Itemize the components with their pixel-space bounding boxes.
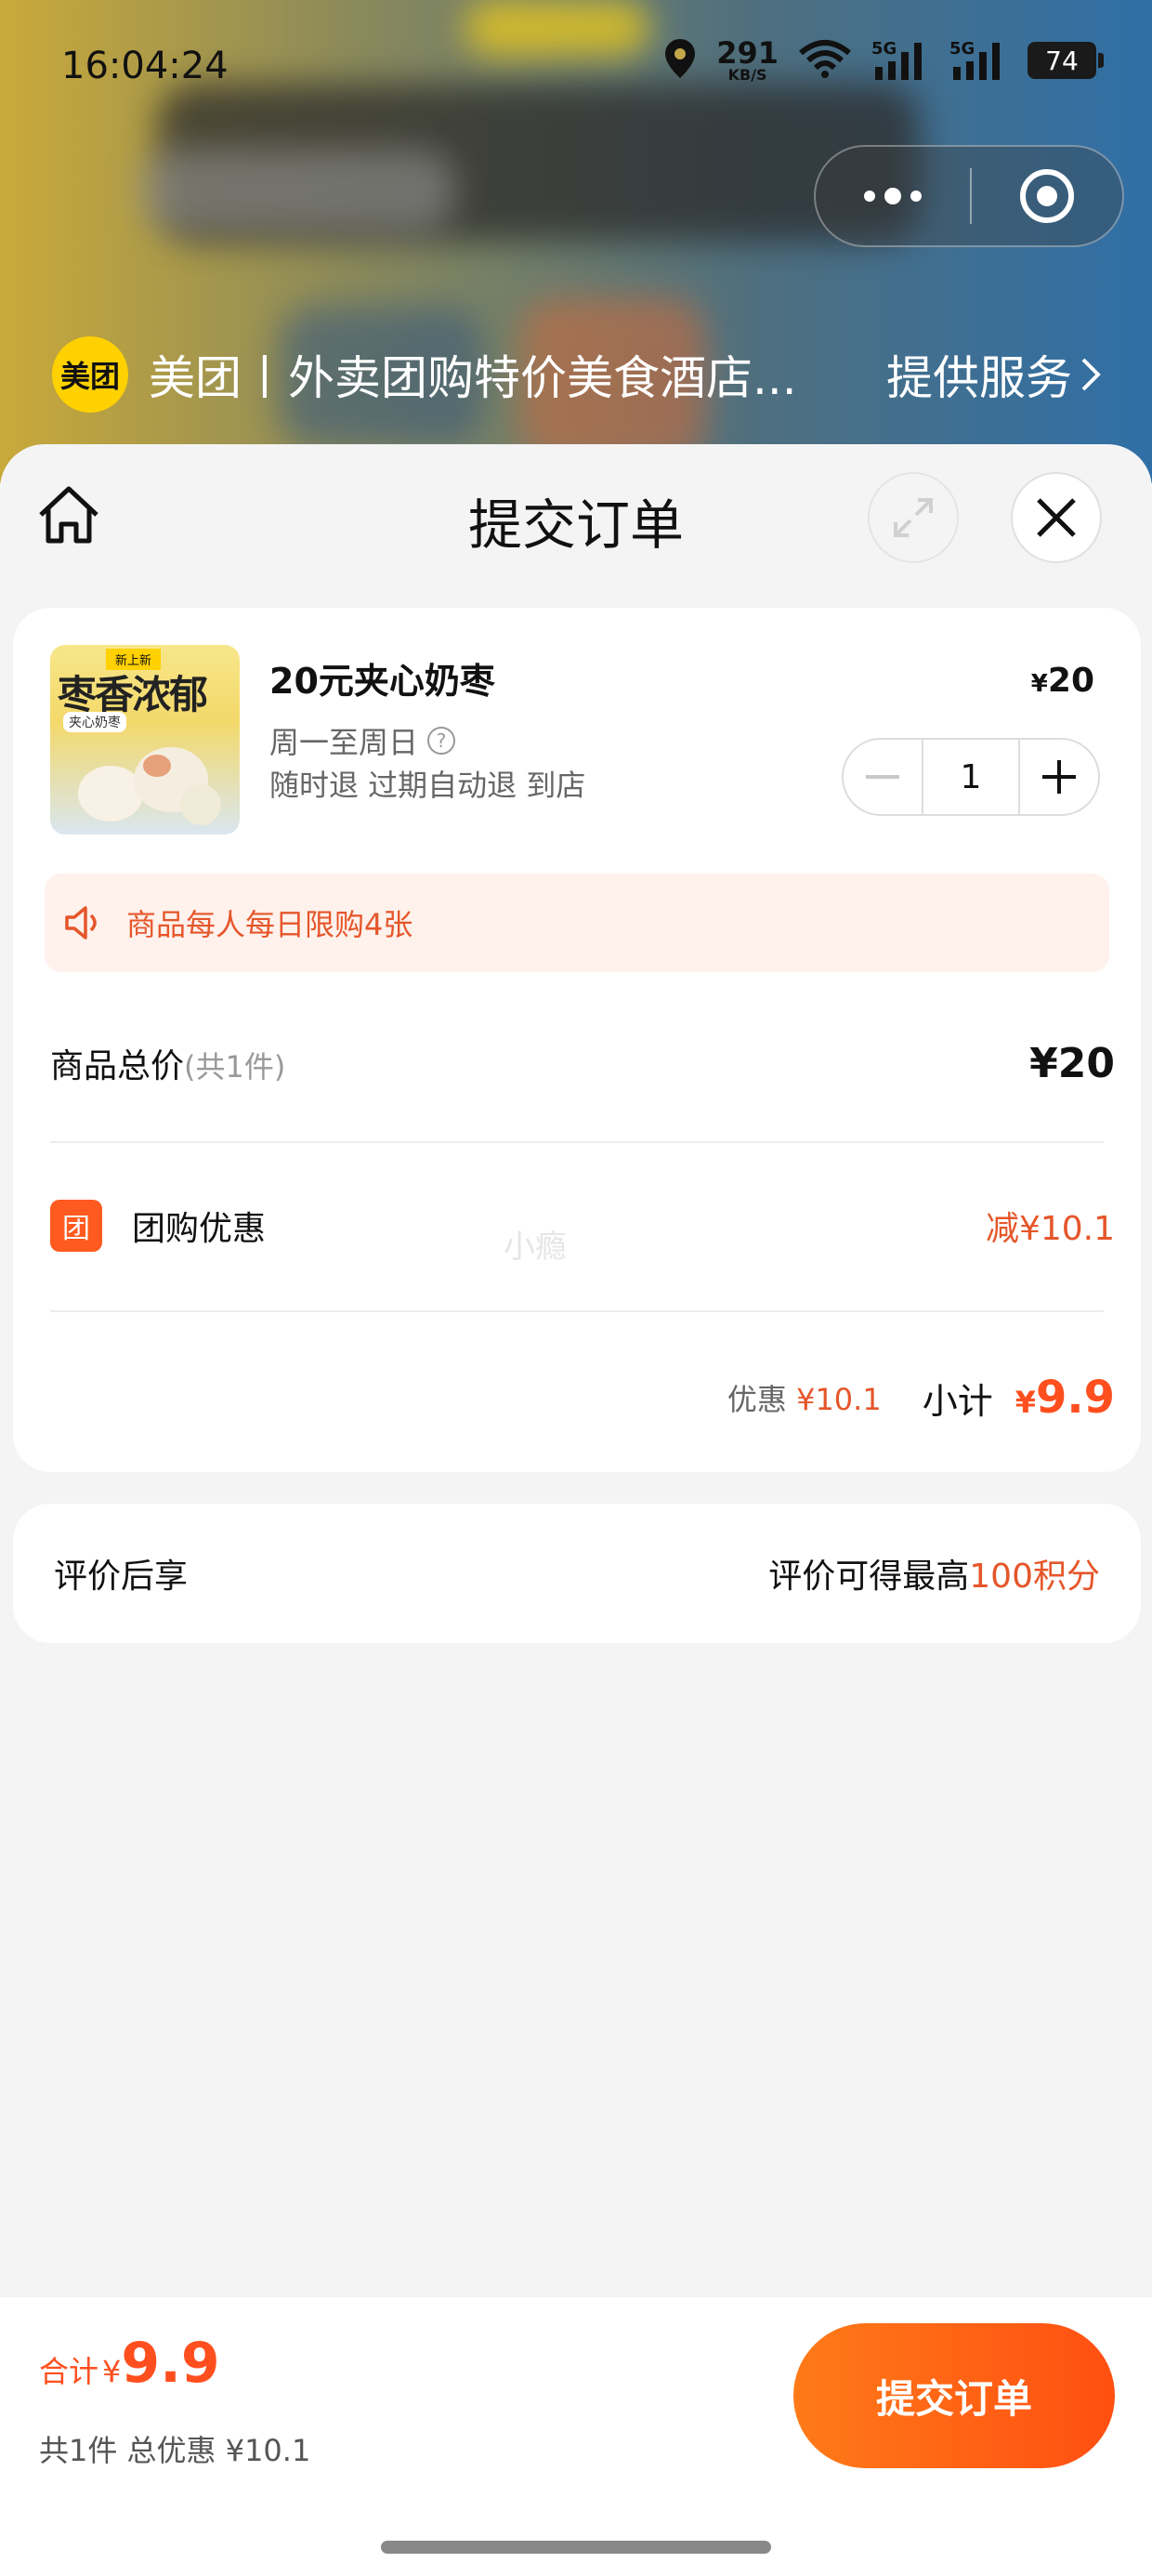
product-price: ¥20 — [1030, 662, 1094, 700]
chevron-right-icon — [1081, 358, 1101, 391]
close-button[interactable] — [1011, 472, 1102, 563]
speaker-icon — [65, 906, 97, 940]
product-name: 20元夹心奶枣 — [269, 661, 495, 702]
goods-total-count: (共1件) — [184, 1049, 286, 1084]
plus-icon — [1042, 760, 1076, 794]
expand-button[interactable] — [868, 472, 959, 563]
meituan-logo: 美团 — [52, 336, 128, 413]
dot-icon — [884, 188, 901, 204]
provider-name: 美团丨外卖团购特价美食酒店... — [149, 351, 797, 405]
goods-total-row: 商品总价(共1件) ¥20 — [50, 1026, 1115, 1100]
status-icons: 291 KB/S 5G 5G 74 — [662, 35, 1104, 84]
quantity-stepper: 1 — [842, 738, 1100, 816]
divider — [50, 1310, 1104, 1312]
order-total: 合计 ¥9.9 — [39, 2331, 220, 2396]
product-rules: 随时退 过期自动退 到店 — [269, 768, 586, 803]
exit-miniprogram-button[interactable] — [972, 147, 1122, 245]
subtotal-value: ¥9.9 — [1015, 1372, 1115, 1424]
provider-service-label: 提供服务 — [886, 351, 1072, 405]
total-summary: 共1件 总优惠 ¥10.1 — [39, 2433, 311, 2468]
product-image[interactable]: 新上新 枣香浓郁 夹心奶枣 — [50, 645, 240, 835]
status-bar: 16:04:24 291 KB/S 5G 5G 74 — [0, 0, 1152, 139]
dot-icon — [910, 191, 922, 202]
sheet-header: 提交订单 — [0, 444, 1152, 602]
review-reward-text: 评价可得最高100积分 — [768, 1557, 1100, 1596]
signal-icon: 5G — [871, 39, 931, 82]
divider — [50, 1141, 1104, 1143]
location-icon — [662, 37, 698, 84]
bottom-bar: 合计 ¥9.9 共1件 总优惠 ¥10.1 提交订单 — [0, 2297, 1152, 2576]
product-item: 新上新 枣香浓郁 夹心奶枣 20元夹心奶枣 周一至周日 ? 随时退 过期自动退 … — [13, 608, 1141, 849]
goods-total-value: ¥20 — [1029, 1039, 1115, 1087]
product-days: 周一至周日 — [269, 725, 419, 760]
decrease-button[interactable] — [844, 740, 922, 814]
review-reward-card[interactable]: 评价后享 评价可得最高100积分 — [13, 1504, 1141, 1643]
total-label: 合计 — [39, 2354, 99, 2389]
goods-total-label: 商品总价 — [50, 1047, 185, 1085]
target-icon — [1020, 169, 1074, 223]
net-speed: 291 KB/S — [716, 35, 779, 84]
dot-icon — [864, 191, 875, 202]
increase-button[interactable] — [1020, 740, 1098, 814]
order-card: 新上新 枣香浓郁 夹心奶枣 20元夹心奶枣 周一至周日 ? 随时退 过期自动退 … — [13, 608, 1141, 1472]
submit-order-button[interactable]: 提交订单 — [793, 2323, 1115, 2468]
total-value: 9.9 — [121, 2331, 220, 2396]
provider-service-link[interactable]: 提供服务 — [886, 341, 1102, 408]
battery-icon: 74 — [1028, 42, 1104, 79]
status-time: 16:04:24 — [61, 45, 229, 87]
order-sheet: 提交订单 新上新 枣香浓郁 夹心奶枣 20元夹心奶枣 周一至周日 ? 随时退 过… — [0, 444, 1152, 2576]
watermark: 小瘾 — [504, 1229, 567, 1266]
minus-icon — [866, 775, 899, 779]
group-discount-row: 团 团购优惠 减¥10.1 — [50, 1184, 1115, 1268]
quantity-value[interactable]: 1 — [922, 740, 1020, 814]
service-provider: 美团 美团丨外卖团购特价美食酒店... 提供服务 — [52, 333, 1102, 416]
group-buy-icon: 团 — [50, 1200, 102, 1252]
close-icon — [1037, 498, 1076, 537]
more-menu-button[interactable] — [816, 147, 970, 245]
saved-amount: 优惠 ¥10.1 — [727, 1382, 882, 1417]
group-discount-label: 团购优惠 — [132, 1210, 267, 1248]
subtotal-row: 优惠 ¥10.1 小计 ¥9.9 — [50, 1351, 1115, 1444]
group-discount-value: 减¥10.1 — [985, 1210, 1115, 1248]
review-label: 评价后享 — [54, 1557, 189, 1596]
purchase-limit-notice: 商品每人每日限购4张 — [45, 874, 1109, 972]
help-icon[interactable]: ? — [427, 727, 456, 755]
home-indicator[interactable] — [381, 2541, 771, 2554]
wifi-icon — [797, 38, 853, 83]
thumb-subtitle: 夹心奶枣 — [63, 712, 126, 732]
subtotal-label: 小计 — [922, 1380, 993, 1422]
notice-text: 商品每人每日限购4张 — [126, 907, 413, 942]
page-title: 提交订单 — [467, 493, 684, 557]
miniprogram-capsule — [814, 145, 1124, 247]
signal-icon: 5G — [949, 39, 1009, 82]
product-validity: 周一至周日 ? — [269, 719, 456, 762]
expand-icon — [894, 498, 933, 537]
